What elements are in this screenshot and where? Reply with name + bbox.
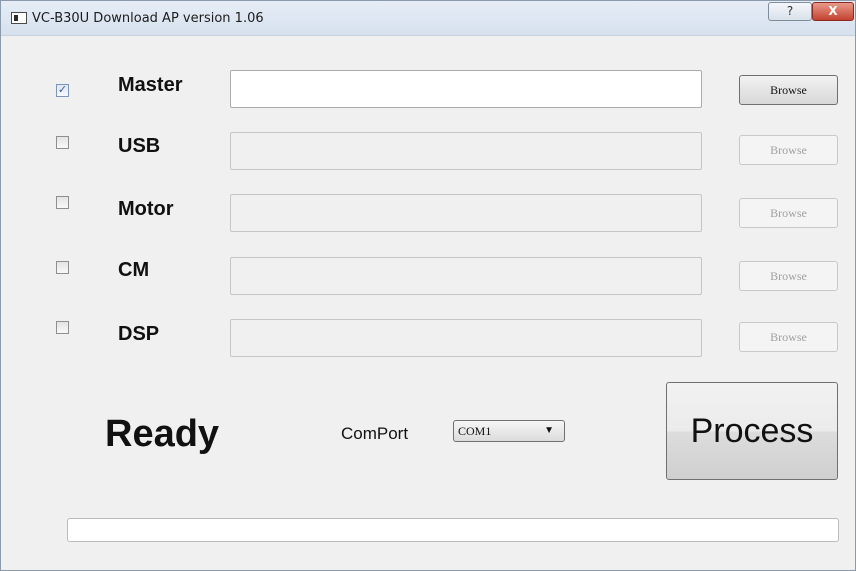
motor-browse-button[interactable]: Browse — [739, 198, 838, 228]
dropdown-arrow-icon: ▼ — [544, 425, 554, 436]
motor-checkbox[interactable] — [56, 196, 69, 209]
file-row-master: ✓ Master Browse — [1, 69, 856, 109]
usb-checkbox[interactable] — [56, 136, 69, 149]
cm-checkbox[interactable] — [56, 261, 69, 274]
usb-browse-button[interactable]: Browse — [739, 135, 838, 165]
status-text: Ready — [105, 413, 220, 455]
comport-label: ComPort — [341, 424, 409, 443]
dsp-checkbox[interactable] — [56, 321, 69, 334]
window-title: VC-B30U Download AP version 1.06 — [32, 11, 264, 26]
comport-selected-value: COM1 — [458, 424, 492, 438]
cm-path-input[interactable] — [230, 257, 702, 295]
main-window: VC-B30U Download AP version 1.06 ? X ✓ M… — [0, 0, 856, 571]
master-checkbox[interactable]: ✓ — [56, 84, 69, 97]
comport-select[interactable]: COM1 ▼ — [453, 420, 565, 442]
file-row-dsp: DSP Browse — [1, 319, 856, 359]
help-button[interactable]: ? — [768, 2, 812, 21]
file-row-usb: USB Browse — [1, 131, 856, 171]
progress-bar — [67, 518, 839, 542]
cm-browse-button[interactable]: Browse — [739, 261, 838, 291]
dsp-path-input[interactable] — [230, 319, 702, 357]
cm-label: CM — [118, 259, 150, 281]
process-button[interactable]: Process — [666, 382, 838, 480]
motor-path-input[interactable] — [230, 194, 702, 232]
title-bar[interactable]: VC-B30U Download AP version 1.06 ? X — [1, 1, 855, 36]
master-path-input[interactable] — [230, 70, 702, 108]
file-row-motor: Motor Browse — [1, 194, 856, 234]
close-button[interactable]: X — [812, 2, 854, 21]
usb-path-input[interactable] — [230, 132, 702, 170]
master-label: Master — [118, 74, 183, 96]
dsp-browse-button[interactable]: Browse — [739, 322, 838, 352]
master-browse-button[interactable]: Browse — [739, 75, 838, 105]
file-row-cm: CM Browse — [1, 256, 856, 296]
dsp-label: DSP — [118, 323, 160, 345]
usb-label: USB — [118, 135, 161, 157]
motor-label: Motor — [118, 198, 174, 220]
app-window-icon[interactable] — [11, 12, 27, 24]
